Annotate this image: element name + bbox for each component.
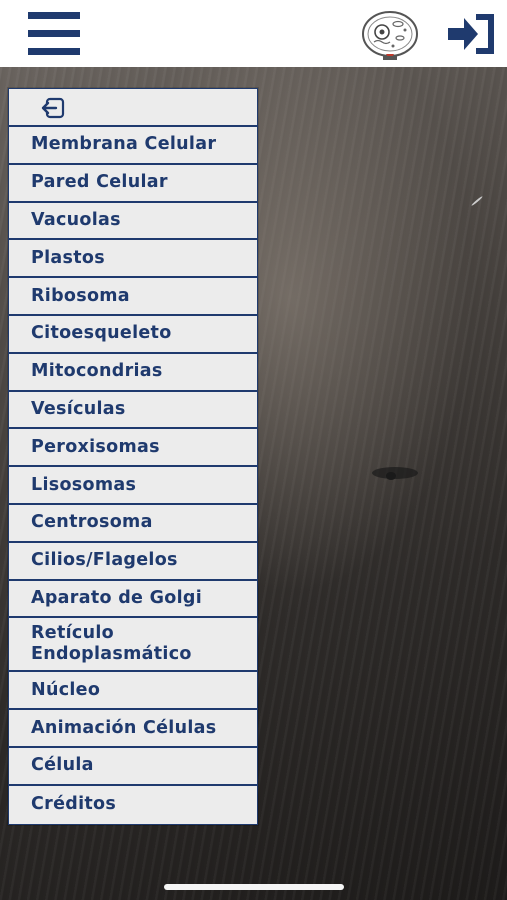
menu-item-ribosoma[interactable]: Ribosoma xyxy=(9,278,257,316)
top-bar xyxy=(0,0,507,67)
menu-item-citoesqueleto[interactable]: Citoesqueleto xyxy=(9,315,257,354)
menu-item-nucleo[interactable]: Núcleo xyxy=(9,672,257,711)
menu-item-mitocondrias[interactable]: Mitocondrias xyxy=(9,353,257,392)
menu-item-plastos[interactable]: Plastos xyxy=(9,240,257,279)
menu-item-reticulo-endoplasmatico[interactable]: Retículo Endoplasmático xyxy=(9,618,257,673)
menu-item-vesiculas[interactable]: Vesículas xyxy=(9,391,257,430)
menu-item-membrana-celular[interactable]: Membrana Celular xyxy=(9,127,257,165)
side-menu: Membrana Celular Pared Celular Vacuolas … xyxy=(8,88,258,825)
menu-item-peroxisomas[interactable]: Peroxisomas xyxy=(9,429,257,468)
cell-diagram-icon[interactable] xyxy=(360,8,420,62)
menu-item-animacion-celulas[interactable]: Animación Células xyxy=(9,710,257,748)
menu-item-aparato-de-golgi[interactable]: Aparato de Golgi xyxy=(9,580,257,619)
menu-item-celula[interactable]: Célula xyxy=(9,747,257,786)
menu-item-pared-celular[interactable]: Pared Celular xyxy=(9,164,257,203)
home-indicator[interactable] xyxy=(164,884,344,890)
menu-back-button[interactable] xyxy=(9,89,257,127)
hamburger-icon[interactable] xyxy=(28,12,80,58)
menu-item-cilios-flagelos[interactable]: Cilios/Flagelos xyxy=(9,542,257,581)
back-arrow-icon xyxy=(41,97,65,119)
exit-icon[interactable] xyxy=(446,12,498,56)
menu-item-centrosoma[interactable]: Centrosoma xyxy=(9,504,257,543)
menu-item-vacuolas[interactable]: Vacuolas xyxy=(9,202,257,241)
menu-item-creditos[interactable]: Créditos xyxy=(9,785,257,824)
menu-item-lisosomas[interactable]: Lisosomas xyxy=(9,467,257,505)
